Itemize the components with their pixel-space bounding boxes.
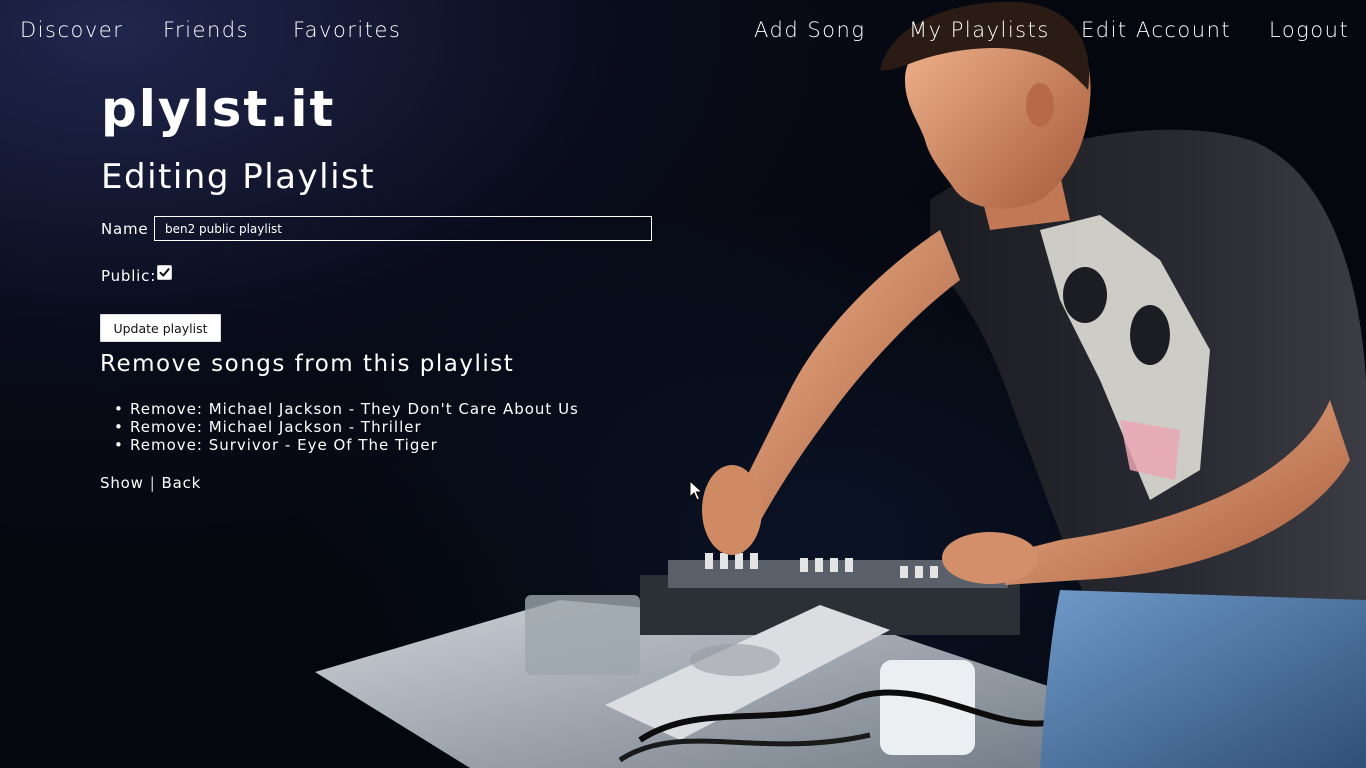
bullet-icon: • <box>114 400 124 418</box>
page-title: Editing Playlist <box>101 157 376 197</box>
nav-add-song[interactable]: Add Song <box>754 18 865 42</box>
list-item: • Remove: Michael Jackson - Thriller <box>114 418 579 436</box>
nav-logout[interactable]: Logout <box>1269 18 1349 42</box>
remove-song-link[interactable]: Remove: Survivor - Eye Of The Tiger <box>130 436 438 454</box>
bullet-icon: • <box>114 436 124 454</box>
top-nav: Discover Friends Favorites Add Song My P… <box>0 18 1366 52</box>
update-playlist-button[interactable]: Update playlist <box>100 314 221 342</box>
list-item: • Remove: Survivor - Eye Of The Tiger <box>114 436 579 454</box>
back-link[interactable]: Back <box>162 474 202 492</box>
remove-song-link[interactable]: Remove: Michael Jackson - Thriller <box>130 418 422 436</box>
public-checkbox[interactable] <box>157 265 172 280</box>
list-item: • Remove: Michael Jackson - They Don't Ca… <box>114 400 579 418</box>
link-separator: | <box>149 474 156 492</box>
remove-song-link[interactable]: Remove: Michael Jackson - They Don't Car… <box>130 400 579 418</box>
nav-discover[interactable]: Discover <box>20 18 123 42</box>
site-logo: plylst.it <box>101 80 336 138</box>
nav-edit-account[interactable]: Edit Account <box>1081 18 1231 42</box>
footer-links: Show | Back <box>100 474 201 492</box>
name-label: Name <box>101 220 149 238</box>
nav-friends[interactable]: Friends <box>163 18 249 42</box>
page: Discover Friends Favorites Add Song My P… <box>0 0 1366 768</box>
public-label: Public: <box>101 267 157 285</box>
nav-favorites[interactable]: Favorites <box>293 18 401 42</box>
playlist-name-input[interactable] <box>154 216 652 241</box>
show-link[interactable]: Show <box>100 474 144 492</box>
remove-songs-list: • Remove: Michael Jackson - They Don't Ca… <box>114 400 579 454</box>
checkmark-icon <box>159 268 170 277</box>
bullet-icon: • <box>114 418 124 436</box>
remove-songs-heading: Remove songs from this playlist <box>100 351 515 377</box>
mouse-cursor-icon <box>689 480 703 501</box>
nav-my-playlists[interactable]: My Playlists <box>909 18 1050 42</box>
